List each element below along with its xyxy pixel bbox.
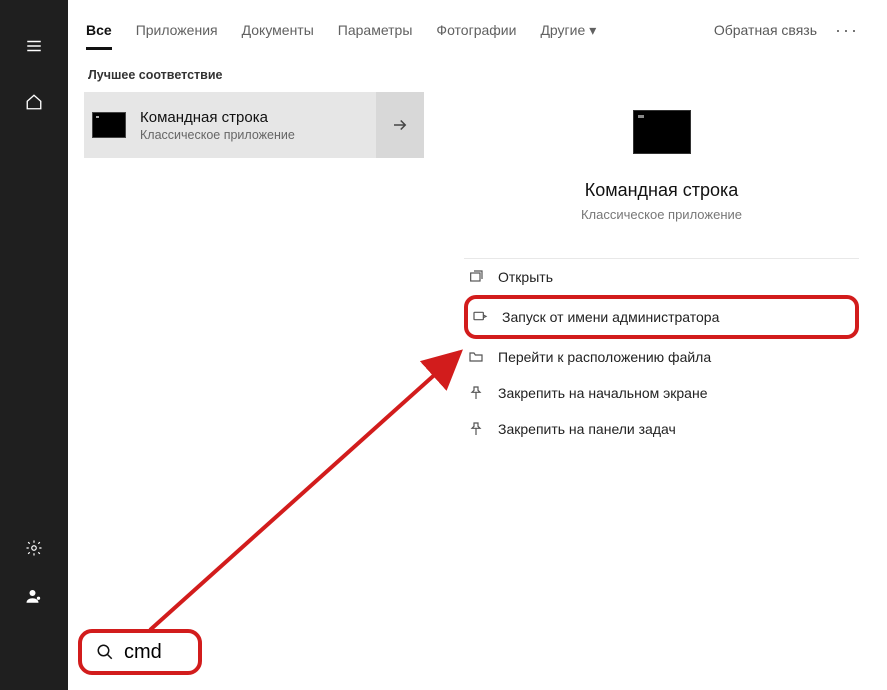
- start-search-panel: Все Приложения Документы Параметры Фотог…: [0, 0, 887, 690]
- search-input[interactable]: [124, 641, 184, 664]
- start-sidebar: [0, 0, 68, 690]
- chevron-down-icon: ▾: [589, 22, 596, 39]
- tab-settings[interactable]: Параметры: [326, 0, 425, 60]
- gear-icon[interactable]: [10, 524, 58, 572]
- search-icon: [96, 643, 114, 661]
- best-match-label: Лучшее соответствие: [84, 60, 424, 92]
- tab-documents[interactable]: Документы: [230, 0, 326, 60]
- action-open-location[interactable]: Перейти к расположению файла: [464, 339, 859, 375]
- results-column: Лучшее соответствие Командная строка Кла…: [84, 60, 424, 690]
- expand-arrow-icon[interactable]: [376, 92, 424, 158]
- preview-column: Командная строка Классическое приложение…: [424, 60, 887, 690]
- search-area: [78, 626, 202, 678]
- tab-apps[interactable]: Приложения: [124, 0, 230, 60]
- filter-tabs: Все Приложения Документы Параметры Фотог…: [68, 0, 887, 60]
- tab-all[interactable]: Все: [74, 0, 124, 60]
- preview-title: Командная строка: [585, 180, 739, 201]
- best-match-title: Командная строка: [140, 109, 376, 126]
- action-list: Открыть Запуск от имени администратора П…: [464, 258, 859, 447]
- tab-photos[interactable]: Фотографии: [424, 0, 528, 60]
- admin-icon: [472, 309, 488, 325]
- hamburger-icon[interactable]: [10, 22, 58, 70]
- person-icon[interactable]: [10, 572, 58, 620]
- more-icon[interactable]: ···: [825, 20, 869, 41]
- best-match-result[interactable]: Командная строка Классическое приложение: [84, 92, 424, 158]
- cmd-icon: [92, 112, 126, 138]
- open-icon: [468, 269, 484, 285]
- action-run-as-admin[interactable]: Запуск от имени администратора: [464, 295, 859, 339]
- pin-start-icon: [468, 385, 484, 401]
- cmd-preview-icon: [633, 110, 691, 154]
- best-match-subtitle: Классическое приложение: [140, 128, 376, 142]
- preview-subtitle: Классическое приложение: [581, 207, 742, 222]
- action-open[interactable]: Открыть: [464, 259, 859, 295]
- action-pin-start[interactable]: Закрепить на начальном экране: [464, 375, 859, 411]
- feedback-link[interactable]: Обратная связь: [706, 22, 825, 38]
- tab-more[interactable]: Другие▾: [528, 0, 608, 60]
- search-main: Все Приложения Документы Параметры Фотог…: [68, 0, 887, 690]
- search-box[interactable]: [78, 629, 202, 675]
- folder-icon: [468, 349, 484, 365]
- action-pin-taskbar[interactable]: Закрепить на панели задач: [464, 411, 859, 447]
- home-icon[interactable]: [10, 78, 58, 126]
- pin-taskbar-icon: [468, 421, 484, 437]
